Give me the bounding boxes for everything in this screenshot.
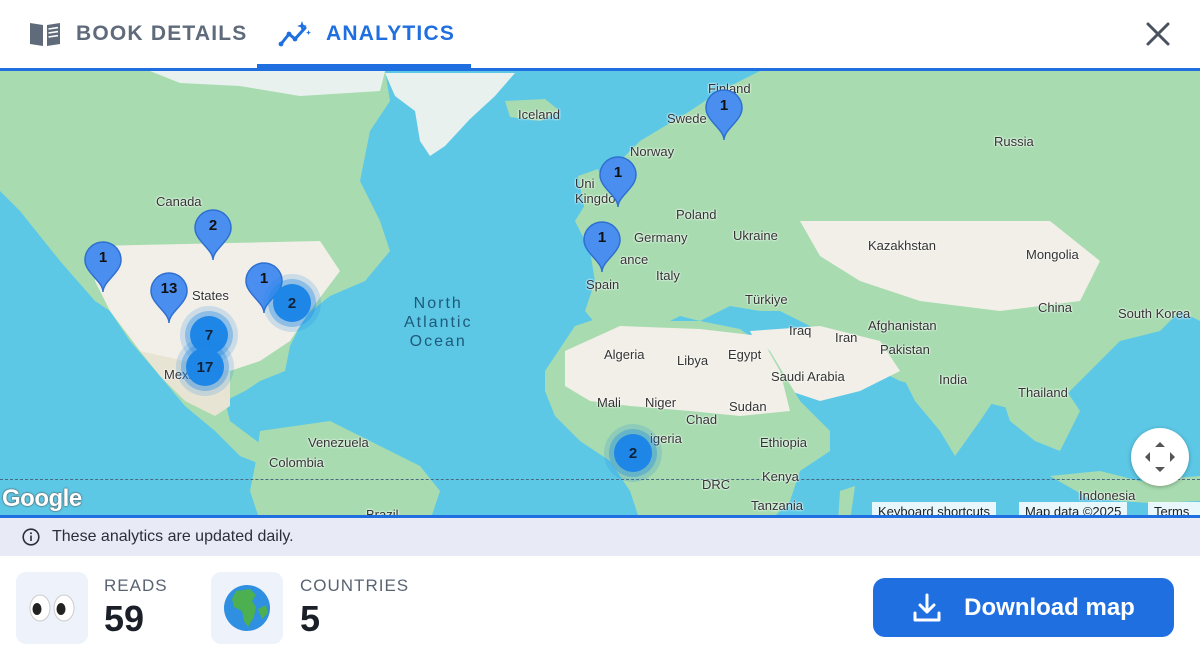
marker-count: 1 — [719, 97, 729, 114]
map-label-libya: Libya — [677, 353, 709, 368]
map-label-nigeria: igeria — [650, 431, 682, 446]
download-map-label: Download map — [964, 593, 1135, 621]
map-label-russia: Russia — [994, 134, 1034, 149]
map-label-brazil: Brazil — [366, 507, 399, 518]
marker-count: 1 — [259, 270, 269, 287]
map-label-spain: Spain — [586, 277, 620, 292]
globe-africa-icon — [224, 585, 270, 631]
map-label-turkiye: Türkiye — [745, 292, 788, 307]
marker-count: 2 — [208, 217, 218, 234]
countries-label: COUNTRIES — [300, 576, 410, 595]
marker-count: 1 — [98, 249, 108, 266]
map-marker-us-central[interactable]: 13 — [149, 272, 189, 324]
cluster-count: 7 — [204, 326, 214, 344]
map-label-sudan: Sudan — [729, 399, 767, 414]
map-label-niger: Niger — [645, 395, 677, 410]
map-label-south-korea: South Korea — [1118, 306, 1191, 321]
cluster-count: 2 — [287, 294, 297, 312]
reads-value: 59 — [104, 598, 145, 639]
map-marker-canada[interactable]: 2 — [193, 209, 233, 261]
map-marker-uk[interactable]: 1 — [598, 156, 638, 208]
map-marker-spain[interactable]: 1 — [582, 221, 622, 273]
download-icon — [913, 593, 941, 621]
download-map-button[interactable]: Download map — [873, 578, 1174, 637]
map-label-ocean: North Atlantic Ocean — [404, 295, 473, 350]
map-cluster-mexico[interactable]: 17 — [186, 348, 224, 386]
map-marker-us-west[interactable]: 1 — [83, 241, 123, 293]
map-label-mongolia: Mongolia — [1026, 247, 1079, 262]
map-label-india: India — [939, 372, 968, 387]
map-label-saudi-arabia: Saudi Arabia — [771, 369, 845, 384]
map-label-france: ance — [620, 252, 649, 267]
fullscreen-icon — [1145, 442, 1175, 472]
tab-header: BOOK DETAILS ANALYTICS — [0, 0, 1200, 68]
countries-icon-tile — [211, 572, 283, 644]
cluster-count: 2 — [628, 444, 638, 462]
close-icon — [1146, 22, 1170, 46]
world-map[interactable]: Finland Iceland Swede Norway Russia Uni … — [0, 68, 1200, 518]
map-label-kenya: Kenya — [762, 469, 799, 484]
map-cluster-us-northeast[interactable]: 2 — [273, 284, 311, 322]
map-label-thailand: Thailand — [1018, 385, 1068, 400]
map-label-ukraine: Ukraine — [733, 228, 778, 243]
map-data-attribution: Map data ©2025 — [1019, 502, 1128, 515]
tab-analytics[interactable]: ANALYTICS — [278, 0, 455, 68]
map-label-china: China — [1038, 300, 1072, 315]
map-label-iraq: Iraq — [789, 323, 812, 338]
google-logo-text: Google — [2, 485, 82, 512]
map-label-indonesia: Indonesia — [1079, 488, 1136, 503]
marker-count: 13 — [160, 280, 178, 297]
map-label-kazakhstan: Kazakhstan — [868, 238, 936, 253]
map-label-iran: Iran — [835, 330, 858, 345]
marker-count: 1 — [613, 164, 623, 181]
map-label-venezuela: Venezuela — [308, 435, 369, 450]
tab-analytics-label: ANALYTICS — [326, 22, 456, 45]
map-label-pakistan: Pakistan — [880, 342, 930, 357]
book-open-icon — [30, 23, 60, 46]
marker-count: 1 — [597, 229, 607, 246]
map-label-afghanistan: Afghanistan — [868, 318, 937, 333]
google-logo: Google — [2, 485, 82, 513]
info-circle-icon — [22, 528, 40, 546]
tab-book-details[interactable]: BOOK DETAILS — [28, 0, 248, 68]
reads-label: READS — [104, 576, 168, 595]
map-label-iceland: Iceland — [518, 107, 560, 122]
close-button[interactable] — [1140, 16, 1176, 52]
analytics-sparkle-icon — [278, 21, 311, 47]
keyboard-shortcuts-link[interactable]: Keyboard shortcuts — [872, 502, 997, 515]
cluster-count: 17 — [196, 358, 214, 376]
map-marker-finland[interactable]: 1 — [704, 89, 744, 141]
map-label-chad: Chad — [686, 412, 718, 427]
map-label-canada: Canada — [156, 194, 202, 209]
map-label-colombia: Colombia — [269, 455, 324, 470]
map-cluster-nigeria[interactable]: 2 — [614, 434, 652, 472]
tab-book-details-label: BOOK DETAILS — [76, 22, 248, 45]
map-label-drc: DRC — [702, 477, 731, 492]
map-label-italy: Italy — [656, 268, 680, 283]
map-label-egypt: Egypt — [728, 347, 762, 362]
countries-value: 5 — [300, 598, 321, 639]
terms-link[interactable]: Terms — [1148, 502, 1200, 515]
info-banner: These analytics are updated daily. — [0, 518, 1200, 556]
map-label-mali: Mali — [597, 395, 621, 410]
map-label-sweden: Swede — [667, 111, 707, 126]
map-label-tanzania: Tanzania — [751, 498, 804, 513]
map-label-algeria: Algeria — [604, 347, 645, 362]
reads-icon-tile — [16, 572, 88, 644]
fullscreen-button[interactable] — [1131, 428, 1189, 486]
map-label-poland: Poland — [676, 207, 717, 222]
eyes-icon — [29, 594, 75, 622]
map-label-states: States — [192, 288, 229, 303]
map-label-germany: Germany — [634, 230, 688, 245]
map-label-ethiopia: Ethiopia — [760, 435, 807, 450]
info-text: These analytics are updated daily. — [52, 528, 294, 545]
equator-line — [0, 479, 1200, 480]
